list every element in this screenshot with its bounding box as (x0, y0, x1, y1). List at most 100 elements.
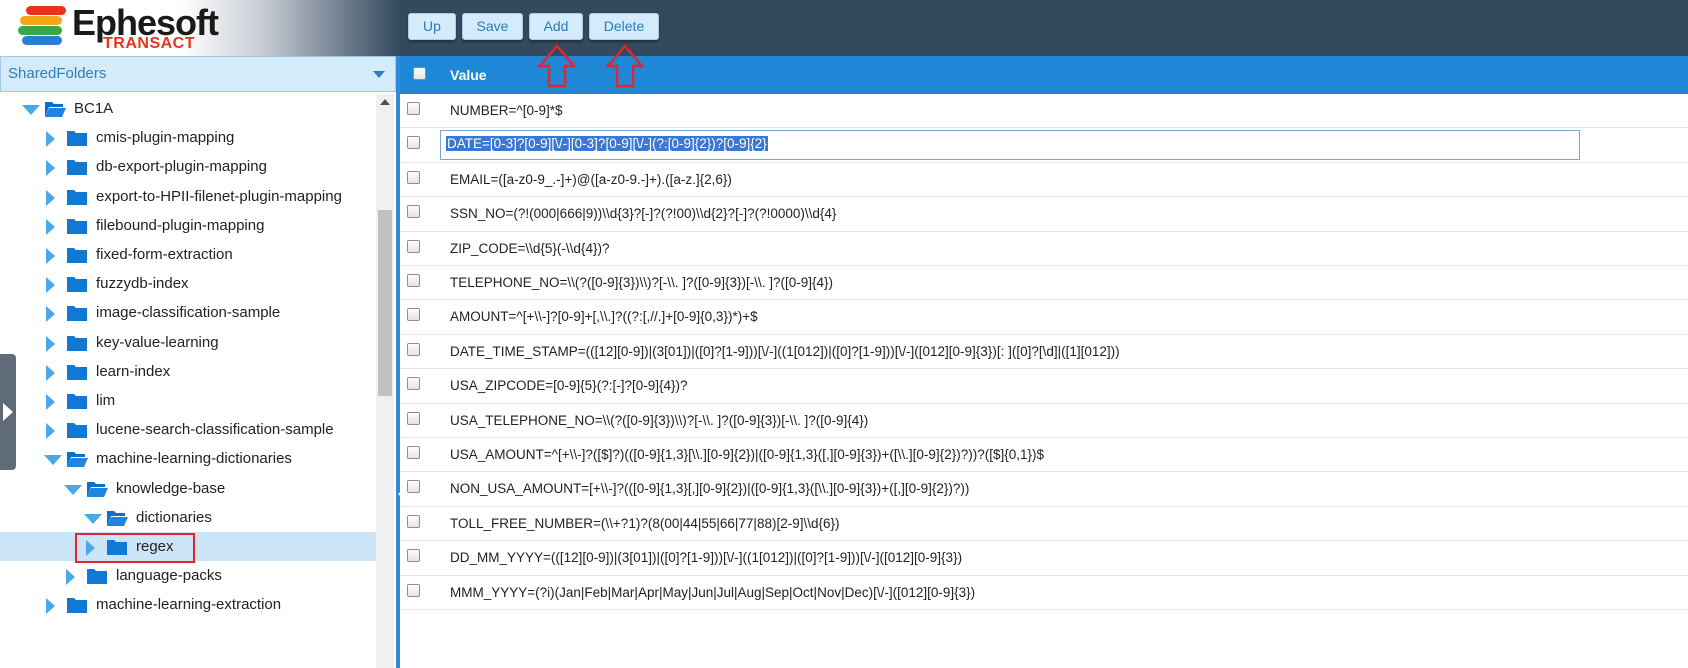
tree-node-label: image-classification-sample (96, 304, 281, 322)
expand-right-icon[interactable] (46, 189, 55, 206)
tree-node-label: machine-learning-extraction (96, 596, 282, 614)
annotation-arrow-delete-icon (606, 44, 644, 88)
table-row[interactable]: MMM_YYYY=(?i)(Jan|Feb|Mar|Apr|May|Jun|Ju… (400, 576, 1688, 610)
tree-node-label: lim (96, 392, 116, 409)
table-row[interactable]: AMOUNT=^[+\\-]?[0-9]+[,\\.]?((?:[,//.]+[… (400, 300, 1688, 335)
tree-node-label: db-export-plugin-mapping (96, 158, 267, 176)
table-row[interactable]: DATE_TIME_STAMP=(([12][0-9])|(3[01])|([0… (400, 335, 1688, 370)
tree-node[interactable]: image-classification-sample (0, 298, 376, 327)
expand-right-icon[interactable] (46, 335, 55, 352)
expand-side-panel-button[interactable] (0, 354, 16, 470)
tree-node-label: language-packs (116, 567, 222, 585)
folder-icon (67, 423, 87, 439)
expand-down-icon[interactable] (44, 455, 62, 466)
tree-node[interactable]: filebound-plugin-mapping (0, 211, 376, 240)
tree-node[interactable]: machine-learning-extraction (0, 590, 376, 619)
expand-right-icon[interactable] (46, 218, 55, 235)
up-button[interactable]: Up (408, 13, 456, 40)
expand-down-icon[interactable] (22, 105, 40, 115)
add-button[interactable]: Add (529, 13, 583, 40)
tree-node[interactable]: machine-learning-dictionaries (0, 444, 376, 473)
expand-right-icon[interactable] (46, 364, 55, 381)
tree-node[interactable]: fuzzydb-index (0, 269, 376, 298)
row-checkbox[interactable] (407, 583, 420, 597)
tree-node[interactable]: lucene-search-classification-sample (0, 415, 376, 444)
annotation-arrow-add-icon (538, 44, 576, 88)
tree-node[interactable]: BC1A (0, 94, 376, 123)
row-checkbox[interactable] (407, 274, 420, 287)
row-checkbox[interactable] (407, 205, 420, 219)
app-header: Ephesoft TRANSACT Up Save Add Delete (0, 0, 1688, 56)
save-button[interactable]: Save (462, 13, 523, 40)
row-value[interactable]: DATE=[0-3]?[0-9][\/-][0-3]?[0-9][\/-](?:… (446, 136, 768, 152)
table-row[interactable]: USA_TELEPHONE_NO=\\(?([0-9]{3})\\)?[-\\.… (400, 404, 1688, 438)
expand-right-icon[interactable] (46, 394, 55, 410)
tree-node[interactable]: learn-index (0, 357, 376, 386)
row-checkbox[interactable] (407, 170, 420, 184)
expand-right-icon[interactable] (46, 306, 55, 323)
folder-icon (67, 364, 87, 380)
expand-right-icon[interactable] (46, 423, 55, 440)
table-row[interactable]: DD_MM_YYYY=(([12][0-9])|(3[01])|([0]?[1-… (400, 541, 1688, 576)
row-checkbox[interactable] (407, 514, 420, 528)
table-row[interactable]: USA_AMOUNT=^[+\\-]?([$]?)(([0-9]{1,3}[\\… (400, 438, 1688, 473)
delete-button[interactable]: Delete (589, 13, 659, 40)
row-value: USA_AMOUNT=^[+\\-]?([$]?)(([0-9]{1,3}[\\… (450, 447, 1045, 462)
expand-right-icon[interactable] (46, 131, 55, 148)
table-row[interactable]: NUMBER=^[0-9]*$ (400, 94, 1688, 129)
tree-node[interactable]: lim (0, 386, 376, 415)
folder-icon (67, 218, 87, 234)
expand-right-icon[interactable] (46, 277, 55, 294)
row-value: USA_TELEPHONE_NO=\\(?([0-9]{3})\\)?[-\\.… (450, 412, 869, 428)
expand-right-icon[interactable] (46, 160, 55, 177)
table-row[interactable]: TELEPHONE_NO=\\(?([0-9]{3})\\)?[-\\. ]?(… (400, 266, 1688, 301)
tree-node[interactable]: dictionaries (0, 503, 376, 532)
row-checkbox[interactable] (407, 342, 420, 356)
row-checkbox[interactable] (407, 446, 420, 459)
expand-right-icon[interactable] (46, 598, 55, 615)
row-value: EMAIL=([a-z0-9_.-]+)@([a-z0-9.-]+).([a-z… (450, 171, 732, 187)
row-checkbox[interactable] (407, 480, 420, 494)
tree-node[interactable]: knowledge-base (0, 474, 376, 503)
expand-down-icon[interactable] (64, 484, 82, 495)
folder-icon (67, 131, 87, 147)
tree-node[interactable]: cmis-plugin-mapping (0, 123, 376, 152)
folder-icon (67, 248, 87, 263)
table-row[interactable]: TOLL_FREE_NUMBER=(\\+?1)?(8(00|44|55|66|… (400, 507, 1688, 542)
tree-node[interactable]: language-packs (0, 561, 376, 590)
row-checkbox[interactable] (407, 308, 420, 322)
table-row[interactable]: DATE=[0-3]?[0-9][\/-][0-3]?[0-9][\/-](?:… (400, 128, 1688, 163)
tree-node[interactable]: key-value-learning (0, 328, 376, 357)
tree-node[interactable]: db-export-plugin-mapping (0, 152, 376, 181)
row-checkbox[interactable] (407, 411, 420, 425)
folder-icon (67, 189, 87, 205)
row-value: ZIP_CODE=\\d{5}(-\\d{4})? (450, 240, 610, 256)
row-value: TELEPHONE_NO=\\(?([0-9]{3})\\)?[-\\. ]?(… (450, 275, 834, 290)
tree-node[interactable]: export-to-HPII-filenet-plugin-mapping (0, 182, 376, 211)
row-checkbox[interactable] (407, 377, 420, 391)
select-all-checkbox[interactable] (413, 67, 426, 80)
scroll-thumb[interactable] (378, 210, 392, 396)
expand-right-icon[interactable] (66, 569, 75, 586)
shared-folders-dropdown[interactable]: SharedFolders (0, 56, 396, 92)
row-checkbox[interactable] (407, 136, 420, 150)
scroll-up-arrow-icon[interactable] (380, 99, 390, 105)
folder-icon (87, 569, 107, 585)
column-header-value[interactable]: Value (450, 67, 487, 83)
expand-right-icon[interactable] (46, 248, 55, 264)
annotation-highlight-box (75, 533, 195, 563)
table-row[interactable]: EMAIL=([a-z0-9_.-]+)@([a-z0-9.-]+).([a-z… (400, 163, 1688, 198)
tree-node-label: knowledge-base (116, 479, 226, 497)
table-row[interactable]: SSN_NO=(?!(000|666|9))\\d{3}?[-]?(?!00)\… (400, 197, 1688, 232)
table-row[interactable]: NON_USA_AMOUNT=[+\\-]?(([0-9]{1,3}[,][0-… (400, 472, 1688, 507)
row-checkbox[interactable] (407, 549, 420, 563)
tree-scrollbar[interactable] (376, 94, 394, 668)
expand-down-icon[interactable] (84, 513, 102, 524)
row-checkbox[interactable] (407, 102, 420, 115)
table-row[interactable]: ZIP_CODE=\\d{5}(-\\d{4})? (400, 232, 1688, 266)
row-value: SSN_NO=(?!(000|666|9))\\d{3}?[-]?(?!00)\… (450, 206, 837, 222)
chevron-down-icon[interactable] (373, 71, 385, 78)
tree-node[interactable]: fixed-form-extraction (0, 240, 376, 269)
table-row[interactable]: USA_ZIPCODE=[0-9]{5}(?:[-]?[0-9]{4})? (400, 369, 1688, 404)
row-checkbox[interactable] (407, 239, 420, 253)
